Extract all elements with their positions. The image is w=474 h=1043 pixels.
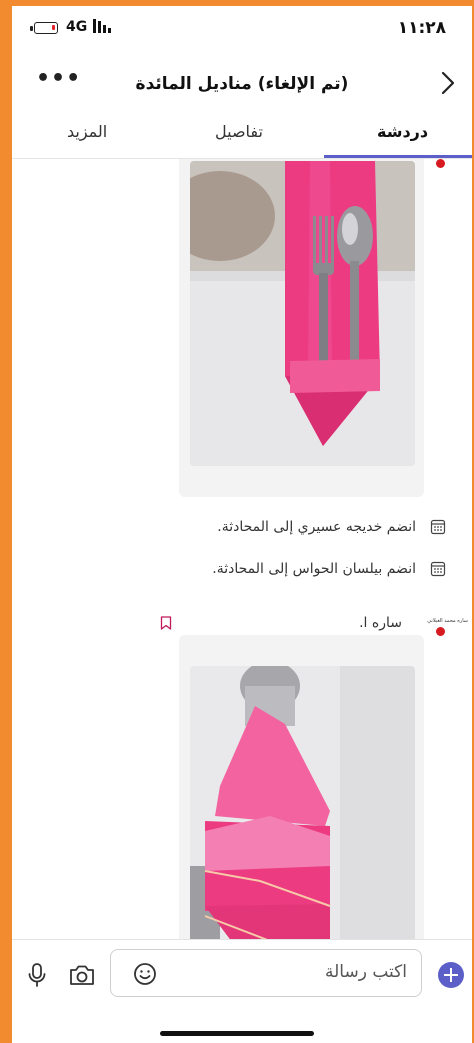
back-chevron-icon[interactable] (434, 70, 460, 96)
calendar-icon (430, 519, 446, 535)
battery-icon (30, 22, 58, 34)
microphone-icon[interactable] (26, 962, 48, 988)
tab-bar: المزيد تفاصيل دردشة (12, 116, 472, 159)
tab-more[interactable]: المزيد (67, 122, 107, 141)
system-message-text: انضم خديجه عسيري إلى المحادثة. (217, 519, 416, 535)
network-type: 4G (66, 19, 88, 35)
camera-icon[interactable] (68, 963, 96, 987)
phone-screen: 4G ١١:٢٨ ••• (تم الإلغاء) مناديل المائدة… (12, 6, 472, 1043)
status-time: ١١:٢٨ (397, 18, 446, 38)
emoji-icon[interactable] (133, 962, 157, 986)
bookmark-icon[interactable] (160, 616, 172, 630)
compose-bar: اكتب رسالة (12, 939, 472, 1043)
message-photo-folded-napkin[interactable] (190, 666, 415, 939)
chat-title: (تم الإلغاء) مناديل المائدة (135, 74, 349, 94)
sender-avatar-label: ساره محمد الغيلاني (427, 618, 468, 624)
add-attachment-button[interactable] (438, 962, 464, 988)
message-input[interactable]: اكتب رسالة (110, 949, 422, 997)
presence-dot (436, 627, 445, 636)
message-card (179, 635, 424, 939)
home-indicator (160, 1031, 314, 1036)
calendar-icon (430, 561, 446, 577)
message-card (179, 159, 424, 497)
sender-name: ساره ا. (359, 615, 402, 631)
status-bar: 4G ١١:٢٨ (12, 6, 472, 54)
system-message: انضم بيلسان الحواس إلى المحادثة. (12, 558, 472, 582)
tab-details[interactable]: تفاصيل (215, 122, 263, 141)
presence-dot (436, 159, 445, 168)
system-message: انضم خديجه عسيري إلى المحادثة. (12, 516, 472, 540)
message-placeholder: اكتب رسالة (325, 962, 407, 982)
message-list[interactable]: انضم خديجه عسيري إلى المحادثة. انضم بيلس… (12, 159, 472, 939)
signal-icon (93, 19, 111, 33)
message-photo-napkin-cutlery[interactable] (190, 161, 415, 466)
chat-header: ••• (تم الإلغاء) مناديل المائدة (12, 60, 472, 106)
active-tab-indicator (324, 155, 472, 158)
tab-chat[interactable]: دردشة (377, 122, 428, 141)
system-message-text: انضم بيلسان الحواس إلى المحادثة. (212, 561, 416, 577)
